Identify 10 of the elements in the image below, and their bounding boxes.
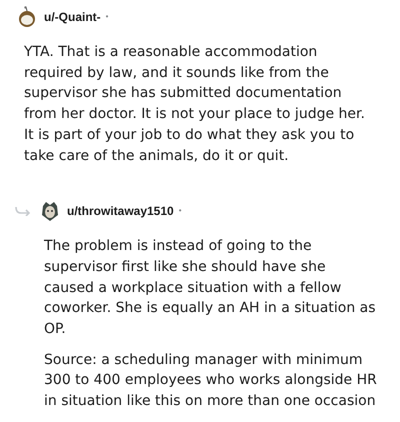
separator-dot: • (106, 11, 108, 23)
separator-dot: • (178, 205, 182, 218)
username-link[interactable]: u/-Quaint- (44, 8, 101, 26)
comment-text: YTA. That is a reasonable accommodation required by law, and it sounds like from the supervisor she has submitted documentation from her doctor. It is not your place to judge her. It is part of your job to do what they ask you to take care of the animals, do it or quit. (24, 43, 366, 166)
avatar-icon[interactable] (40, 200, 60, 222)
comment-text: The problem is instead of going to the supervisor first like she should have she caused a workplace situation with a fellow coworker. She is equally an AH in a situation as OP. (44, 237, 377, 340)
avatar-icon[interactable] (17, 6, 37, 28)
comment-text: Source: a scheduling manager with minimum 300 to 400 employees who works alongside HR in situation like this on more than one occasion (44, 350, 378, 412)
reply-arrow-icon (15, 206, 31, 216)
username-link[interactable]: u/throwitaway1510 (67, 202, 174, 220)
